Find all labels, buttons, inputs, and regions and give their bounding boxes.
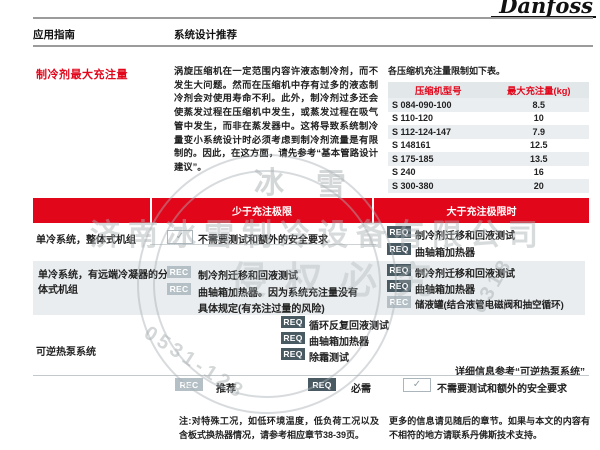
model-cell: S 300-380 — [388, 179, 489, 193]
legend-rec-label: 推荐 — [216, 380, 236, 395]
danfoss-logo: Danfoss — [491, 0, 596, 18]
model-cell: S 175-185 — [388, 152, 489, 166]
rec-badge: REC — [387, 296, 411, 308]
req-badge: REQ — [281, 316, 305, 328]
intro-paragraph: 涡旋压缩机在一定范围内容许液态制冷剂，而不发生大问题。然而在压缩机中存有过多的液… — [174, 65, 378, 175]
table-row: S 112-124-1477.9 — [388, 125, 589, 139]
top-rule — [33, 17, 593, 19]
row2-below-text-3: 具体规定(有充注过量的风险) — [198, 300, 325, 315]
model-cell: S 148161 — [388, 139, 489, 153]
row2-above-text-2: 曲轴箱加热器 — [415, 281, 475, 296]
rec-badge: REC — [167, 266, 191, 278]
table-row: S 175-18513.5 — [388, 152, 589, 166]
check-icon: ✓ — [167, 230, 193, 244]
footnote-left: 注:对特殊工况，如低环境温度，低负荷工况以及含板式换热器情况，请参考相应章节38… — [179, 415, 379, 442]
req-badge: REQ — [387, 243, 411, 255]
req-badge: REQ — [281, 332, 305, 344]
rec-badge: REC — [167, 283, 191, 295]
value-cell: 7.9 — [489, 125, 590, 139]
row3-label: 可逆热泵系统 — [36, 343, 96, 358]
model-cell: S 112-124-147 — [388, 125, 489, 139]
legend-req-label: 必需 — [351, 380, 371, 395]
row1-divider — [150, 244, 376, 245]
req-badge: REQ — [308, 378, 336, 391]
rec-badge: REC — [175, 378, 203, 391]
header-section-title: 系统设计推荐 — [174, 27, 237, 42]
value-cell: 13.5 — [489, 152, 590, 166]
content-layer: Danfoss 应用指南 系统设计推荐 制冷剂最大充注量 涡旋压缩机在一定范围内… — [0, 0, 600, 450]
row3-text-1: 循环反复回液测试 — [309, 317, 389, 332]
req-badge: REQ — [387, 280, 411, 292]
legend-check-label: 不需要测试和额外的安全要求 — [437, 380, 567, 395]
model-cell: S 110-120 — [388, 112, 489, 126]
band-blank-segment — [33, 198, 150, 223]
value-cell: 16 — [489, 166, 590, 180]
col-header-model: 压缩机型号 — [388, 82, 489, 98]
req-badge: REQ — [281, 348, 305, 360]
document-page: Danfoss 应用指南 系统设计推荐 制冷剂最大充注量 涡旋压缩机在一定范围内… — [0, 0, 600, 450]
header-rule — [33, 45, 593, 47]
row1-label: 单冷系统，整体式机组 — [36, 231, 136, 246]
footnote-right: 更多的信息请见随后的章节。如果与本文的内容有不相符的地方请联系丹佛斯技术支持。 — [389, 415, 590, 442]
table-caption: 各压缩机充注量限制如下表。 — [388, 64, 505, 77]
model-cell: S 084-090-100 — [388, 98, 489, 112]
legend-divider — [33, 375, 589, 376]
table-row: S 300-38020 — [388, 179, 589, 193]
check-icon: ✓ — [403, 378, 431, 392]
row2-below-text-1: 制冷剂迁移和回液测试 — [198, 267, 298, 282]
row2-above-text-1: 制冷剂迁移和回液测试 — [415, 265, 515, 280]
charge-limits-table: 压缩机型号 最大充注量(kg) S 084-090-1008.5 S 110-1… — [388, 82, 589, 193]
req-badge: REQ — [387, 264, 411, 276]
table-row: S 24016 — [388, 166, 589, 180]
row2-label: 单冷系统，有远端冷凝器的分体式机组 — [38, 268, 174, 298]
row2-below-text-2: 曲轴箱加热器。因为系统充注量没有 — [198, 284, 358, 299]
band-below-limit: 少于充注极限 — [152, 198, 372, 223]
row2-above-text-3: 储液罐(结合液管电磁阀和抽空循环) — [415, 297, 564, 311]
col-header-max-charge: 最大充注量(kg) — [489, 82, 590, 98]
band-above-limit: 大于充注极限时 — [374, 198, 589, 223]
value-cell: 8.5 — [489, 98, 590, 112]
header-doc-type: 应用指南 — [33, 27, 75, 42]
table-header-row: 压缩机型号 最大充注量(kg) — [388, 82, 589, 98]
row1-above-text-2: 曲轴箱加热器 — [415, 244, 475, 259]
row3-text-3: 除霜测试 — [309, 349, 349, 364]
value-cell: 10 — [489, 112, 590, 126]
value-cell: 12.5 — [489, 139, 590, 153]
value-cell: 20 — [489, 179, 590, 193]
table-row: S 14816112.5 — [388, 139, 589, 153]
table-row: S 084-090-1008.5 — [388, 98, 589, 112]
model-cell: S 240 — [388, 166, 489, 180]
req-badge: REQ — [387, 226, 411, 238]
row3-text-2: 曲轴箱加热器 — [309, 333, 369, 348]
table-row: S 110-12010 — [388, 112, 589, 126]
row1-above-text-1: 制冷剂迁移和回液测试 — [415, 227, 515, 242]
matrix-header-band: 少于充注极限 大于充注极限时 — [33, 198, 589, 223]
section-title: 制冷剂最大充注量 — [36, 66, 128, 82]
